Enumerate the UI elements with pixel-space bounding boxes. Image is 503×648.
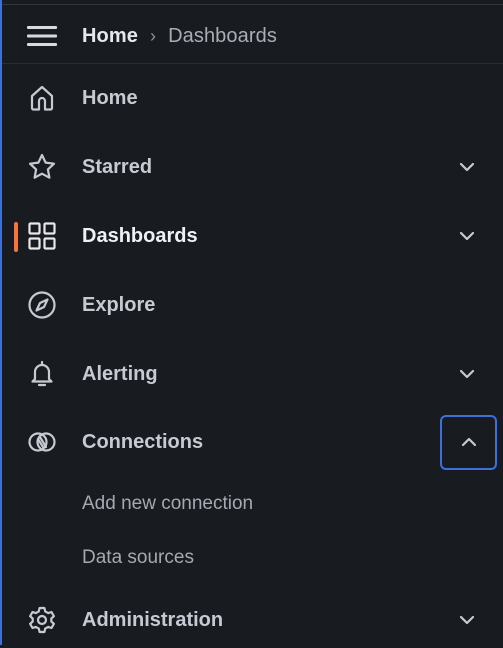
subnav-item-add-new-connection[interactable]: Add new connection <box>2 482 503 526</box>
hamburger-icon <box>27 26 57 46</box>
collapse-connections-button[interactable] <box>440 414 497 470</box>
bell-icon <box>26 358 58 390</box>
nav-item-connections[interactable]: Connections <box>2 414 503 470</box>
nav-label-connections: Connections <box>82 430 204 453</box>
home-icon <box>26 82 58 114</box>
breadcrumb-separator: › <box>149 25 157 46</box>
subnav-label-add-new-connection: Add new connection <box>82 493 254 514</box>
nav-label-home: Home <box>82 86 138 109</box>
chevron-down-icon[interactable] <box>455 155 479 179</box>
nav-item-dashboards[interactable]: Dashboards <box>2 208 503 264</box>
chevron-down-icon[interactable] <box>455 362 479 386</box>
nav-label-starred: Starred <box>82 155 153 178</box>
nav-label-explore: Explore <box>82 293 156 316</box>
breadcrumb-current: Dashboards <box>168 24 277 47</box>
nav-item-alerting[interactable]: Alerting <box>2 346 503 402</box>
menu-toggle-button[interactable] <box>26 22 58 50</box>
nav-label-alerting: Alerting <box>82 362 158 385</box>
nav-item-starred[interactable]: Starred <box>2 139 503 195</box>
connections-icon <box>26 426 58 458</box>
top-header: Home › Dashboards <box>2 4 503 64</box>
star-icon <box>26 151 58 183</box>
breadcrumb: Home › Dashboards <box>82 22 277 50</box>
apps-grid-icon <box>26 220 58 252</box>
chevron-down-icon[interactable] <box>455 224 479 248</box>
chevron-up-icon <box>461 437 476 447</box>
nav-label-dashboards: Dashboards <box>82 224 198 247</box>
nav-item-administration[interactable]: Administration <box>2 592 503 648</box>
active-indicator <box>14 222 18 252</box>
cog-icon <box>26 604 58 636</box>
compass-icon <box>26 289 58 321</box>
subnav-item-data-sources[interactable]: Data sources <box>2 536 503 580</box>
chevron-down-icon[interactable] <box>455 608 479 632</box>
breadcrumb-home-link[interactable]: Home <box>82 25 138 48</box>
nav-item-home[interactable]: Home <box>2 70 503 126</box>
subnav-label-data-sources: Data sources <box>82 547 194 568</box>
nav-label-administration: Administration <box>82 608 224 631</box>
nav-item-explore[interactable]: Explore <box>2 277 503 333</box>
